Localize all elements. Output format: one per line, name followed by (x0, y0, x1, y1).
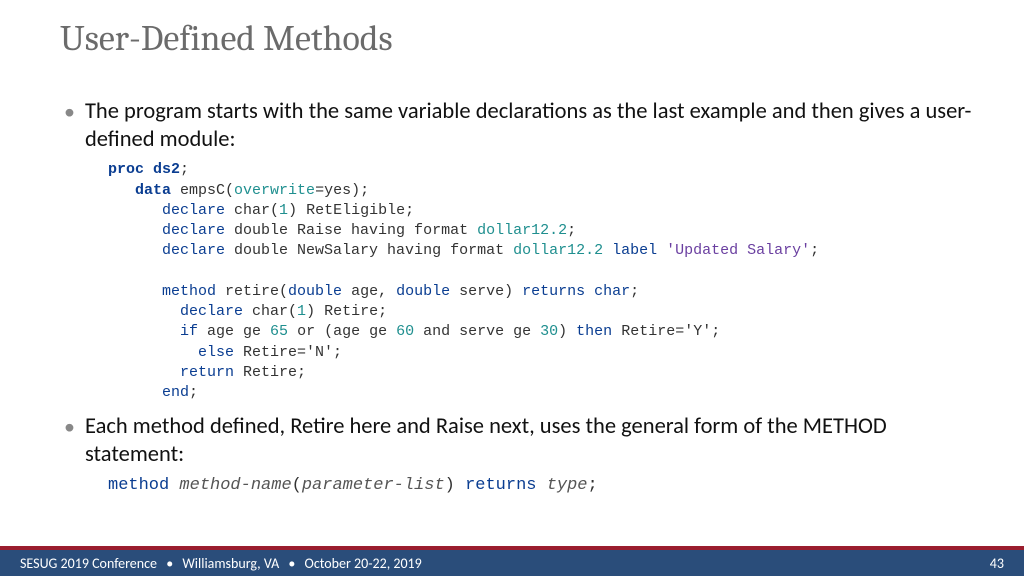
footer-page-number: 43 (990, 555, 1004, 572)
slide-title: User-Defined Methods (60, 18, 393, 59)
bullet-dot-icon: • (64, 413, 75, 441)
bullet-2: • Each method defined, Retire here and R… (64, 413, 984, 469)
bullet-1: • The program starts with the same varia… (64, 98, 984, 154)
slide-body: • The program starts with the same varia… (64, 98, 984, 495)
footer-sep-icon: • (288, 555, 295, 572)
bullet-2-text: Each method defined, Retire here and Rai… (85, 413, 984, 469)
slide: User-Defined Methods • The program start… (0, 0, 1024, 576)
code-block: proc ds2; data empsC(overwrite=yes); dec… (108, 160, 984, 403)
footer-location: Williamsburg, VA (182, 555, 279, 572)
footer-date: October 20-22, 2019 (305, 555, 422, 572)
syntax-line: method method-name(parameter-list) retur… (108, 476, 984, 495)
footer-bar: SESUG 2019 Conference • Williamsburg, VA… (0, 546, 1024, 576)
bullet-dot-icon: • (64, 98, 75, 126)
footer-conference: SESUG 2019 Conference (20, 555, 157, 572)
bullet-1-text: The program starts with the same variabl… (85, 98, 984, 154)
footer-left: SESUG 2019 Conference • Williamsburg, VA… (20, 555, 422, 572)
footer-sep-icon: • (166, 555, 173, 572)
